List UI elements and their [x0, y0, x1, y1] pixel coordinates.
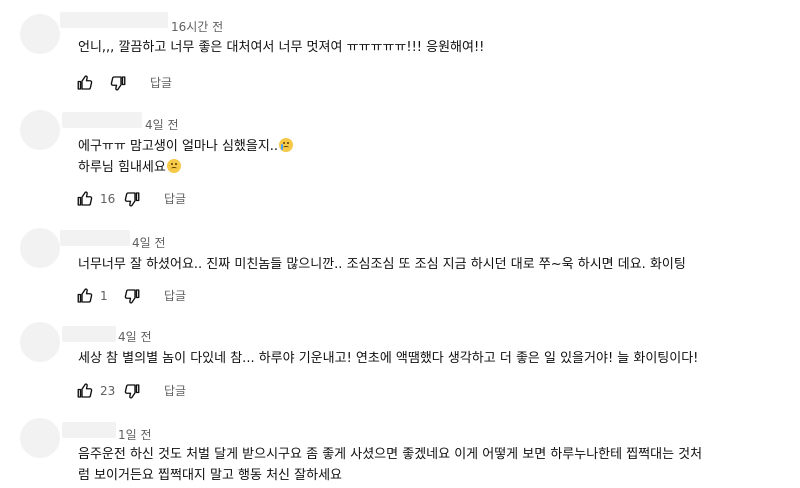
avatar[interactable]: [20, 322, 60, 362]
thumbs-up-icon[interactable]: [76, 382, 94, 400]
thumbs-down-icon[interactable]: [123, 287, 141, 305]
comment-text: 언니,,, 깔끔하고 너무 좋은 대처여서 너무 멋져여 ㅠㅠㅠㅠㅠ!!! 응원…: [78, 37, 484, 58]
thumbs-down-icon[interactable]: [123, 382, 141, 400]
author-name[interactable]: [60, 12, 168, 28]
comment-list: 16시간 전 언니,,, 깔끔하고 너무 좋은 대처여서 너무 멋져여 ㅠㅠㅠㅠ…: [0, 0, 800, 488]
avatar[interactable]: [20, 110, 60, 150]
comment-text: 너무너무 잘 하셨어요.. 진짜 미친놈들 많으니깐.. 조심조심 또 조심 지…: [78, 254, 686, 275]
like-count: 16: [100, 192, 116, 206]
reply-button[interactable]: 답글: [162, 382, 188, 400]
comment-actions: 답글: [76, 74, 276, 98]
comment-actions: 1 답글: [76, 287, 276, 311]
thumbs-up-icon[interactable]: [76, 287, 94, 305]
sad-face-icon: [166, 159, 181, 173]
avatar[interactable]: [20, 14, 60, 54]
loudly-crying-face-icon: [279, 138, 294, 152]
avatar[interactable]: [20, 418, 60, 458]
author-name[interactable]: [62, 112, 142, 128]
comment-timestamp[interactable]: 4일 전: [145, 116, 179, 134]
comment-text-line: 음주운전 하신 것도 처벌 달게 받으시구요 좀 좋게 사셨으면 좋겠네요 이게…: [78, 447, 703, 462]
comment-timestamp[interactable]: 4일 전: [132, 234, 166, 252]
reply-button[interactable]: 답글: [162, 190, 188, 208]
thumbs-up-icon[interactable]: [76, 190, 94, 208]
comment-text: 에구ㅠㅠ 맘고생이 얼마나 심했을지.. 하루님 힘내세요: [78, 136, 294, 178]
reply-button[interactable]: 답글: [162, 287, 188, 305]
like-count: 23: [100, 384, 116, 398]
avatar[interactable]: [20, 228, 60, 268]
reply-button[interactable]: 답글: [148, 74, 174, 92]
comment-text: 세상 참 별의별 놈이 다있네 참... 하루야 기운내고! 연초에 액땜했다 …: [78, 348, 698, 369]
thumbs-up-icon[interactable]: [76, 74, 94, 92]
thumbs-down-icon[interactable]: [109, 74, 127, 92]
comment-text-line: 세상 참 별의별 놈이 다있네 참... 하루야 기운내고! 연초에 액땜했다 …: [78, 351, 699, 366]
comment-timestamp[interactable]: 1일 전: [118, 426, 152, 444]
thumbs-down-icon[interactable]: [123, 190, 141, 208]
comment-text-line: 럼 보이거든요 찝쩍대지 말고 행동 처신 잘하세요: [78, 468, 342, 483]
comment-actions: 23 답글: [76, 382, 276, 406]
comment-text: 음주운전 하신 것도 처벌 달게 받으시구요 좀 좋게 사셨으면 좋겠네요 이게…: [78, 444, 702, 486]
like-count: 1: [100, 289, 108, 303]
author-name[interactable]: [60, 230, 130, 246]
comment-actions: 16 답글: [76, 190, 276, 214]
author-name[interactable]: [62, 326, 116, 342]
comment-text-line: 너무너무 잘 하셨어요.. 진짜 미친놈들 많으니깐.. 조심조심 또 조심 지…: [78, 257, 686, 272]
comment-text-line: 하루님 힘내세요: [78, 160, 166, 175]
author-name[interactable]: [62, 422, 116, 438]
comment-timestamp[interactable]: 4일 전: [118, 328, 152, 346]
comment-timestamp[interactable]: 16시간 전: [171, 18, 223, 36]
comment-text-line: 에구ㅠㅠ 맘고생이 얼마나 심했을지..: [78, 139, 279, 154]
comment-text-line: 언니,,, 깔끔하고 너무 좋은 대처여서 너무 멋져여 ㅠㅠㅠㅠㅠ!!! 응원…: [78, 40, 485, 55]
